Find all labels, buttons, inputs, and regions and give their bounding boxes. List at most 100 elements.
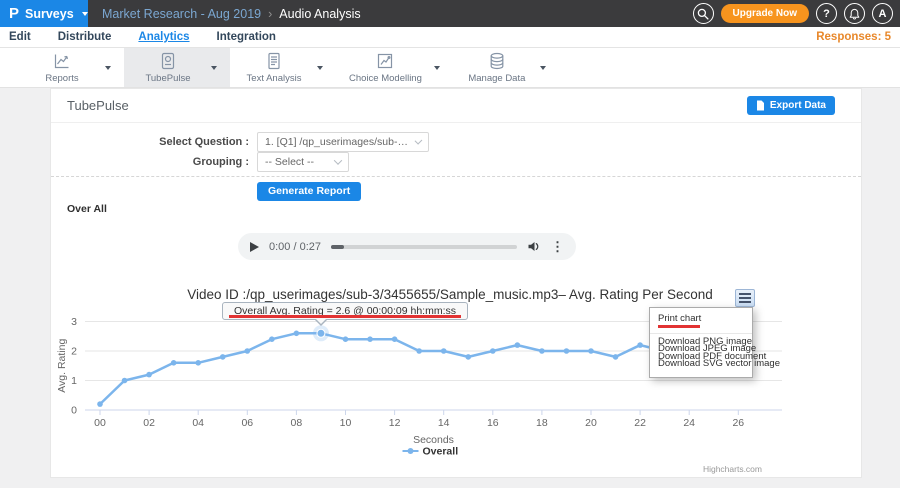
grouping-select-value: -- Select -- bbox=[265, 156, 320, 168]
x-axis-label: 06 bbox=[241, 417, 253, 429]
question-select[interactable]: 1. [Q1] /qp_userimages/sub-3/3455655/S..… bbox=[257, 132, 429, 152]
audio-seek-bar[interactable] bbox=[331, 245, 517, 249]
toolbar-item-manage-data[interactable]: Manage Data bbox=[453, 48, 559, 87]
panel-header: TubePulse Export Data bbox=[51, 89, 861, 123]
data-point[interactable] bbox=[317, 329, 325, 337]
y-axis-title: Avg. Rating bbox=[56, 339, 68, 393]
chevron-down-icon bbox=[334, 156, 342, 164]
avatar-initial: A bbox=[879, 8, 887, 20]
data-point[interactable] bbox=[122, 378, 128, 384]
toolbar-label: Manage Data bbox=[468, 73, 525, 84]
data-point[interactable] bbox=[588, 348, 594, 354]
toolbar-item-reports[interactable]: Reports bbox=[18, 48, 124, 87]
data-point[interactable] bbox=[171, 360, 177, 366]
menu-item-download-svg[interactable]: Download SVG vector image bbox=[650, 360, 752, 368]
audio-player[interactable]: 0:00 / 0:27 ⋮ bbox=[238, 233, 576, 260]
nav-item-integration[interactable]: Integration bbox=[217, 31, 276, 43]
grouping-label: Grouping : bbox=[51, 152, 249, 172]
data-point[interactable] bbox=[441, 348, 447, 354]
notifications-button[interactable] bbox=[844, 3, 865, 24]
menu-item-print-chart[interactable]: Print chart bbox=[650, 312, 752, 324]
print-red-annotation bbox=[658, 325, 700, 328]
chart-credits[interactable]: Highcharts.com bbox=[703, 464, 762, 474]
volume-icon[interactable] bbox=[527, 240, 541, 253]
panel-title: TubePulse bbox=[67, 98, 129, 113]
data-point[interactable] bbox=[220, 354, 226, 360]
data-point[interactable] bbox=[195, 360, 201, 366]
overall-section-label: Over All bbox=[67, 203, 107, 215]
chevron-down-icon[interactable] bbox=[434, 66, 440, 70]
chevron-down-icon bbox=[415, 137, 423, 145]
upgrade-now-button[interactable]: Upgrade Now bbox=[721, 4, 809, 23]
question-select-value: 1. [Q1] /qp_userimages/sub-3/3455655/S..… bbox=[265, 136, 416, 148]
x-axis-label: 04 bbox=[192, 417, 204, 429]
legend-marker-dot bbox=[408, 448, 414, 454]
breadcrumb-survey-link[interactable]: Market Research - Aug 2019 bbox=[102, 7, 261, 21]
x-axis-label: 10 bbox=[340, 417, 352, 429]
surveys-product-menu[interactable]: P Surveys bbox=[0, 0, 88, 27]
search-icon bbox=[697, 8, 709, 20]
y-axis-label: 3 bbox=[71, 316, 77, 328]
nav-item-analytics[interactable]: Analytics bbox=[138, 31, 189, 43]
search-button[interactable] bbox=[693, 3, 714, 24]
data-point[interactable] bbox=[613, 354, 619, 360]
breadcrumb-current-page: Audio Analysis bbox=[279, 7, 360, 21]
y-axis-label: 1 bbox=[71, 375, 77, 387]
export-data-button[interactable]: Export Data bbox=[747, 96, 835, 115]
x-axis-label: 08 bbox=[291, 417, 303, 429]
question-mark-icon: ? bbox=[823, 8, 830, 20]
data-point[interactable] bbox=[416, 348, 422, 354]
bell-icon bbox=[849, 8, 860, 20]
x-axis-label: 26 bbox=[732, 417, 744, 429]
product-name: Surveys bbox=[25, 7, 74, 21]
tubepulse-audio-analysis-screen: P Surveys Market Research - Aug 2019 › A… bbox=[0, 0, 900, 488]
data-point[interactable] bbox=[465, 354, 471, 360]
x-axis-label: 02 bbox=[143, 417, 155, 429]
play-icon[interactable] bbox=[250, 242, 259, 252]
account-avatar[interactable]: A bbox=[872, 3, 893, 24]
chevron-down-icon[interactable] bbox=[540, 66, 546, 70]
legend-label[interactable]: Overall bbox=[423, 446, 459, 458]
data-point[interactable] bbox=[343, 336, 349, 342]
audio-time: 0:00 / 0:27 bbox=[269, 241, 321, 253]
data-point[interactable] bbox=[564, 348, 570, 354]
tubepulse-icon bbox=[158, 51, 178, 71]
chevron-down-icon[interactable] bbox=[317, 66, 323, 70]
top-bar: P Surveys Market Research - Aug 2019 › A… bbox=[0, 0, 900, 27]
nav-item-distribute[interactable]: Distribute bbox=[58, 31, 112, 43]
tooltip-red-annotation bbox=[229, 315, 461, 318]
data-point[interactable] bbox=[392, 336, 398, 342]
chevron-down-icon[interactable] bbox=[105, 66, 111, 70]
toolbar-item-text-analysis[interactable]: Text Analysis bbox=[230, 48, 336, 87]
data-point[interactable] bbox=[367, 336, 373, 342]
data-point[interactable] bbox=[490, 348, 496, 354]
help-button[interactable]: ? bbox=[816, 3, 837, 24]
data-point[interactable] bbox=[539, 348, 545, 354]
data-point[interactable] bbox=[637, 342, 643, 348]
data-point[interactable] bbox=[269, 336, 275, 342]
responses-count[interactable]: Responses: 5 bbox=[816, 31, 891, 43]
export-data-label: Export Data bbox=[770, 100, 826, 111]
data-point[interactable] bbox=[97, 401, 103, 407]
toolbar-label: Choice Modelling bbox=[349, 73, 422, 84]
audio-seek-thumb[interactable] bbox=[331, 245, 344, 249]
grouping-select[interactable]: -- Select -- bbox=[257, 152, 349, 172]
x-axis-label: 00 bbox=[94, 417, 106, 429]
data-point[interactable] bbox=[245, 348, 251, 354]
data-point[interactable] bbox=[294, 331, 300, 337]
survey-nav: Edit Distribute Analytics Integration Re… bbox=[0, 27, 900, 48]
generate-report-button[interactable]: Generate Report bbox=[257, 182, 361, 201]
x-axis-label: 12 bbox=[389, 417, 401, 429]
analytics-toolbar: Reports TubePulse Text Analysis bbox=[0, 48, 900, 88]
toolbar-label: Reports bbox=[45, 73, 78, 84]
data-point[interactable] bbox=[146, 372, 152, 378]
toolbar-item-choice-modelling[interactable]: Choice Modelling bbox=[336, 48, 453, 87]
toolbar-item-tubepulse[interactable]: TubePulse bbox=[124, 48, 230, 87]
x-axis-label: 24 bbox=[683, 417, 695, 429]
nav-item-edit[interactable]: Edit bbox=[9, 31, 31, 43]
chevron-down-icon[interactable] bbox=[211, 66, 217, 70]
data-point[interactable] bbox=[515, 342, 521, 348]
chart-context-menu-button[interactable] bbox=[735, 289, 755, 307]
kebab-menu-icon[interactable]: ⋮ bbox=[551, 240, 564, 253]
hamburger-icon bbox=[739, 293, 751, 295]
